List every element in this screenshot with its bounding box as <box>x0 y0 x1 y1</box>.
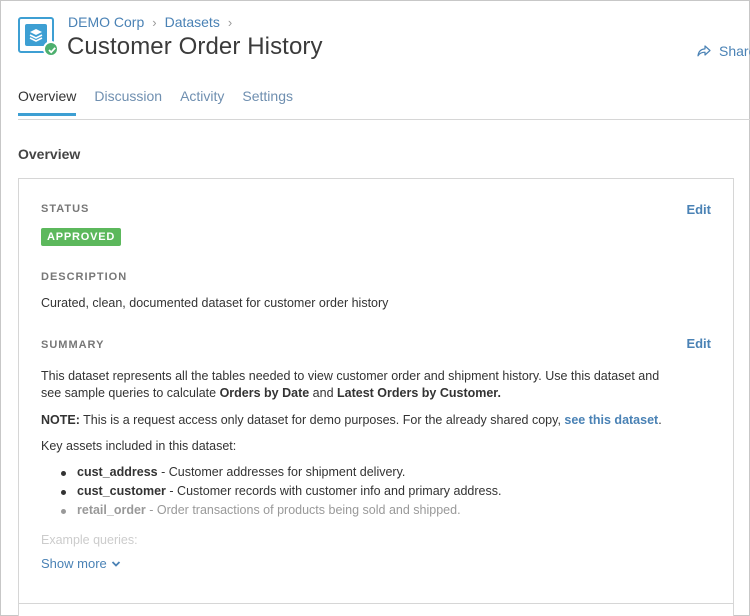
summary-label: SUMMARY <box>41 339 105 351</box>
tab-settings[interactable]: Settings <box>242 88 293 116</box>
asset-name: cust_customer <box>77 484 166 498</box>
share-button[interactable]: Share <box>697 43 750 59</box>
summary-bold: Orders by Date <box>219 386 310 400</box>
show-more-label: Show more <box>41 556 107 571</box>
summary-text: see sample queries to calculate <box>41 386 220 400</box>
breadcrumb-org-link[interactable]: DEMO Corp <box>68 14 144 30</box>
tab-overview[interactable]: Overview <box>18 88 77 116</box>
description-text: Curated, clean, documented dataset for c… <box>41 296 389 310</box>
share-label: Share <box>719 43 750 59</box>
card-divider <box>19 603 733 604</box>
summary-text: and <box>309 386 338 400</box>
status-badge: APPROVED <box>41 228 122 246</box>
asset-name: retail_order <box>77 503 146 517</box>
list-item: retail_order - Order transactions of pro… <box>59 501 501 520</box>
note-label: NOTE: <box>41 413 80 427</box>
section-title: Overview <box>18 146 81 162</box>
tab-discussion[interactable]: Discussion <box>94 88 162 116</box>
chevron-right-icon: › <box>152 14 157 30</box>
description-label: DESCRIPTION <box>41 271 128 283</box>
note-paragraph: NOTE: This is a request access only data… <box>41 412 662 429</box>
summary-paragraph: This dataset represents all the tables n… <box>41 368 659 402</box>
status-edit-button[interactable]: Edit <box>686 202 711 217</box>
asset-name: cust_address <box>77 465 158 479</box>
approved-check-icon <box>43 41 59 57</box>
status-label: STATUS <box>41 203 90 215</box>
show-more-button[interactable]: Show more <box>41 556 121 571</box>
list-item: cust_customer - Customer records with cu… <box>59 482 501 501</box>
tab-divider <box>18 119 750 120</box>
overview-card: STATUS Edit APPROVED DESCRIPTION Curated… <box>18 178 734 616</box>
breadcrumb-datasets-link[interactable]: Datasets <box>165 14 220 30</box>
chevron-down-icon <box>111 560 120 567</box>
asset-desc: - Customer addresses for shipment delive… <box>157 465 406 479</box>
chevron-right-icon: › <box>227 14 233 30</box>
page-title: Customer Order History <box>67 33 323 60</box>
key-assets-list: cust_address - Customer addresses for sh… <box>59 463 501 520</box>
tab-bar: Overview Discussion Activity Settings <box>18 88 311 116</box>
tab-activity[interactable]: Activity <box>180 88 224 116</box>
note-text: This is a request access only dataset fo… <box>79 413 565 427</box>
breadcrumb: DEMO Corp › Datasets › <box>68 14 240 30</box>
asset-desc: - Order transactions of products being s… <box>145 503 461 517</box>
share-arrow-icon <box>697 45 711 57</box>
summary-edit-button[interactable]: Edit <box>686 336 711 351</box>
summary-bold: Latest Orders by Customer. <box>337 386 501 400</box>
note-end: . <box>658 413 662 427</box>
summary-line: This dataset represents all the tables n… <box>41 369 660 383</box>
key-assets-intro: Key assets included in this dataset: <box>41 439 237 453</box>
asset-desc: - Customer records with customer info an… <box>165 484 502 498</box>
example-queries-text: Example queries: <box>41 533 138 547</box>
see-this-dataset-link[interactable]: see this dataset <box>564 413 658 427</box>
summary-line: see sample queries to calculate Orders b… <box>41 385 659 402</box>
list-item: cust_address - Customer addresses for sh… <box>59 463 501 482</box>
